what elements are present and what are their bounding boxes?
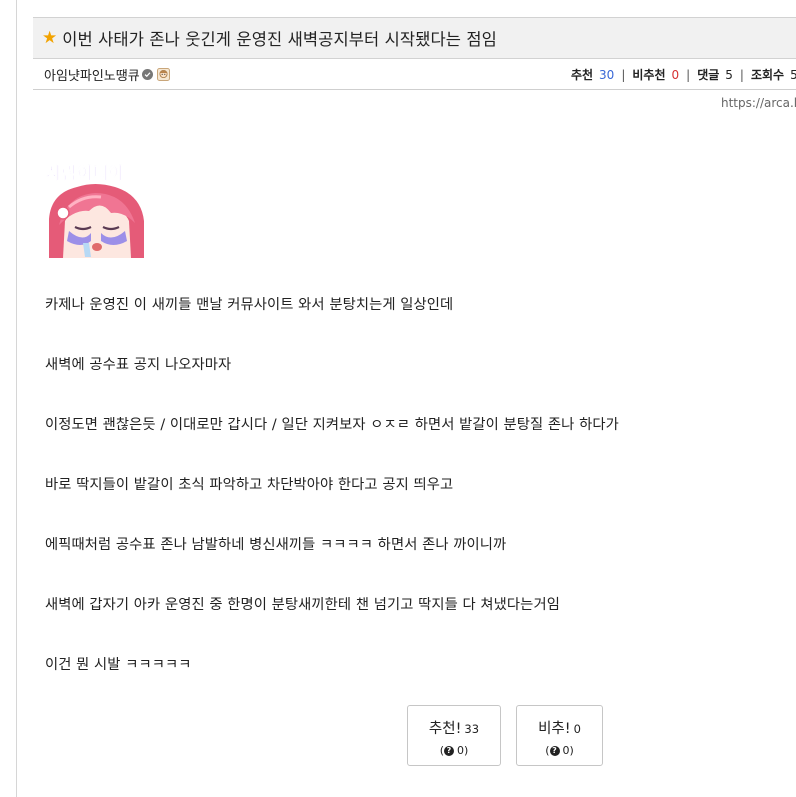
comment-stat-value: 5 xyxy=(725,67,733,82)
post-line-2: 새벽에 공수표 공지 나오자마자 xyxy=(45,357,232,373)
post-title: 이번 사태가 존나 웃긴게 운영진 새벽공지부터 시작됐다는 점임 xyxy=(62,30,497,49)
question-icon: ? xyxy=(444,745,454,756)
upvote-button[interactable]: 추천! 33 (? 0) xyxy=(407,705,501,766)
post-meta-row: 아임냣파인노땡큐 추천 30 | 비추천 0 | 댓글 5 | 조회수 501 xyxy=(33,60,796,90)
downvote-sub-value: 0) xyxy=(562,744,574,757)
downvote-sub-open: ( xyxy=(545,744,550,757)
post-line-6: 새벽에 갑자기 아카 운영진 중 한명이 분탕새끼한테 챈 넘기고 딱지들 다 … xyxy=(45,597,560,613)
post-line-7: 이건 뭔 시발 ㅋㅋㅋㅋㅋ xyxy=(45,657,192,673)
post-line-5: 에픽때처럼 공수표 존나 남발하네 병신새끼들 ㅋㅋㅋㅋ 하면서 존나 까이니까 xyxy=(45,537,507,553)
downvote-count: 0 xyxy=(573,722,581,736)
author-name[interactable]: 아임냣파인노땡큐 xyxy=(44,65,140,84)
view-stat-label: 조회수 xyxy=(750,68,785,82)
post-stats: 추천 30 | 비추천 0 | 댓글 5 | 조회수 501 xyxy=(571,66,796,83)
downvote-button[interactable]: 비추! 0 (? 0) xyxy=(516,705,603,766)
comment-stat-label: 댓글 xyxy=(697,68,720,82)
upvote-label: 추천! xyxy=(428,721,462,737)
stat-divider: | xyxy=(686,67,691,82)
post-line-3: 이정도면 괜찮은듯 / 이대로만 갑시다 / 일단 지켜보자 ㅇㅈㄹ 하면서 밭… xyxy=(45,417,619,433)
upvote-stat-value: 30 xyxy=(599,67,615,82)
question-icon: ? xyxy=(549,745,560,756)
upvote-sub: (? 0) xyxy=(408,744,500,757)
upvote-stat-label: 추천 xyxy=(570,68,594,82)
downvote-stat-value: 0 xyxy=(671,67,680,82)
author-info[interactable]: 아임냣파인노땡큐 xyxy=(44,65,170,84)
source-link[interactable]: https://arca.li xyxy=(721,96,796,110)
crying-character-sticker: 사람아니야 xyxy=(46,163,144,258)
downvote-label: 비추! xyxy=(538,721,571,737)
stat-divider: | xyxy=(739,67,744,82)
post-title-bar: ★ 이번 사태가 존나 웃긴게 운영진 새벽공지부터 시작됐다는 점임 xyxy=(33,17,796,59)
user-badge-icon xyxy=(156,68,170,81)
sticker-text: 사람아니야 xyxy=(46,163,125,184)
downvote-stat-label: 비추천 xyxy=(632,68,666,82)
post-line-4: 바로 딱지들이 밭갈이 초식 파악하고 차단박아야 한다고 공지 띄우고 xyxy=(45,477,454,493)
downvote-sub: (? 0) xyxy=(517,744,602,757)
upvote-sub-value: 0) xyxy=(457,744,469,757)
view-stat-value: 501 xyxy=(790,67,796,82)
stat-divider: | xyxy=(621,67,626,82)
post-line-1: 카제나 운영진 이 새끼들 맨날 커뮤사이트 와서 분탕치는게 일상인데 xyxy=(45,297,454,313)
left-border xyxy=(16,0,17,797)
star-icon: ★ xyxy=(42,27,58,48)
verified-check-icon xyxy=(141,69,153,80)
upvote-count: 33 xyxy=(464,722,480,736)
